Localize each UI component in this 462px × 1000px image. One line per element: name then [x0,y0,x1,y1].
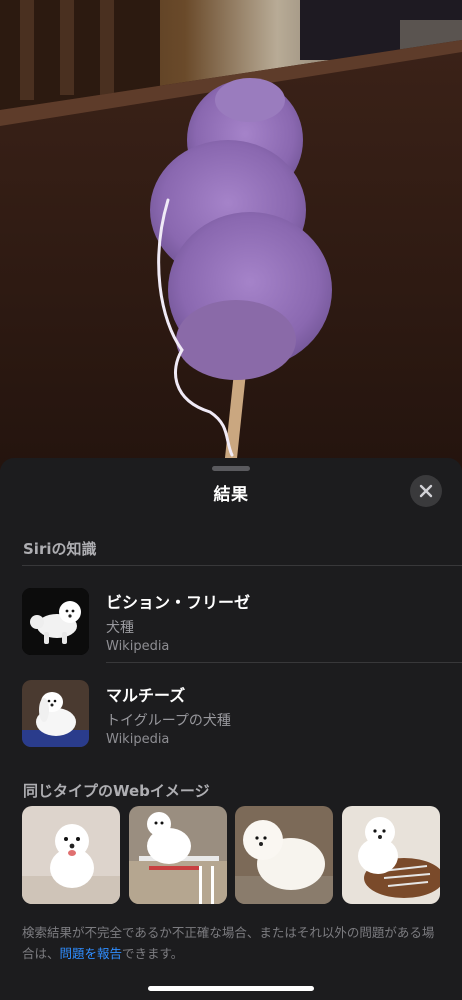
report-problem-link[interactable]: 問題を報告 [60,946,123,961]
close-button[interactable] [410,475,442,507]
result-bichon-frise[interactable]: ビション・フリーゼ 犬種 Wikipedia [0,566,462,661]
result-category: トイグループの犬種 [106,713,231,729]
bichon-thumbnail [22,588,89,655]
web-image[interactable] [342,806,440,904]
report-footnote: 検索結果が不完全であるか不正確な場合、またはそれ以外の問題がある場合は、問題を報… [22,922,442,964]
siri-knowledge-header: Siriの知識 [23,540,97,558]
photo-view [0,0,462,470]
web-images-header: 同じタイプのWebイメージ [23,782,210,800]
result-source: Wikipedia [106,639,170,654]
photo-image [0,0,462,470]
close-x-icon [419,484,433,498]
web-image[interactable] [235,806,333,904]
home-indicator[interactable] [148,986,314,991]
sheet-grabber[interactable] [212,466,250,471]
web-image[interactable] [129,806,227,904]
footnote-text-end: できます。 [122,946,184,961]
results-sheet: 結果 Siriの知識 ビション・フリーゼ 犬種 Wikipedia マルチーズ … [0,458,462,1000]
web-image[interactable] [22,806,120,904]
web-images-row [22,806,462,906]
sheet-title: 結果 [213,485,249,505]
maltese-thumbnail [22,680,89,747]
result-title: マルチーズ [106,686,186,705]
result-category: 犬種 [106,620,134,636]
result-title: ビション・フリーゼ [106,593,251,612]
result-maltese[interactable]: マルチーズ トイグループの犬種 Wikipedia [0,662,462,757]
result-source: Wikipedia [106,732,170,747]
